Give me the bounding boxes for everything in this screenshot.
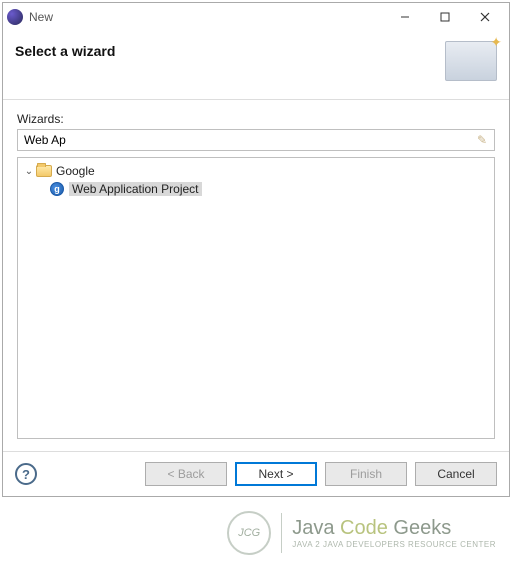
watermark-tagline: JAVA 2 JAVA DEVELOPERS RESOURCE CENTER: [292, 540, 496, 549]
titlebar: New: [3, 3, 509, 31]
clear-filter-icon[interactable]: ✎: [477, 133, 491, 147]
google-project-icon: g: [50, 182, 64, 196]
watermark-brand-geeks: Geeks: [393, 517, 451, 539]
tree-node-label: Web Application Project: [69, 182, 202, 196]
dialog-window: New Select a wizard Wizards: ✎ ⌄ Google: [2, 2, 510, 497]
watermark: JCG Java Code Geeks JAVA 2 JAVA DEVELOPE…: [227, 511, 496, 555]
help-icon[interactable]: ?: [15, 463, 37, 485]
watermark-brand: Java Code Geeks: [292, 517, 496, 540]
watermark-divider: [281, 513, 282, 553]
minimize-button[interactable]: [385, 5, 425, 29]
tree-node-google[interactable]: ⌄ Google: [20, 162, 492, 180]
watermark-text: Java Code Geeks JAVA 2 JAVA DEVELOPERS R…: [292, 517, 496, 549]
watermark-brand-java: Java: [292, 517, 334, 539]
wizard-tree[interactable]: ⌄ Google g Web Application Project: [17, 157, 495, 439]
close-button[interactable]: [465, 5, 505, 29]
tree-node-label: Google: [56, 164, 95, 178]
watermark-badge: JCG: [227, 511, 271, 555]
banner: Select a wizard: [3, 31, 509, 99]
eclipse-app-icon: [7, 9, 23, 25]
wizards-label: Wizards:: [17, 112, 495, 126]
wizard-banner-icon: [445, 41, 497, 81]
wizard-filter-input[interactable]: [17, 129, 495, 151]
banner-title: Select a wizard: [15, 41, 445, 59]
folder-icon: [36, 165, 52, 177]
next-button[interactable]: Next >: [235, 462, 317, 486]
button-bar: ? < Back Next > Finish Cancel: [3, 451, 509, 496]
cancel-button[interactable]: Cancel: [415, 462, 497, 486]
finish-button[interactable]: Finish: [325, 462, 407, 486]
window-title: New: [29, 10, 53, 24]
expand-collapse-icon[interactable]: ⌄: [22, 164, 36, 178]
tree-node-web-application-project[interactable]: g Web Application Project: [20, 180, 492, 198]
maximize-button[interactable]: [425, 5, 465, 29]
filter-wrap: ✎: [17, 129, 495, 151]
content-area: Wizards: ✎ ⌄ Google g Web Application Pr…: [3, 100, 509, 451]
watermark-brand-code: Code: [340, 517, 388, 539]
back-button[interactable]: < Back: [145, 462, 227, 486]
